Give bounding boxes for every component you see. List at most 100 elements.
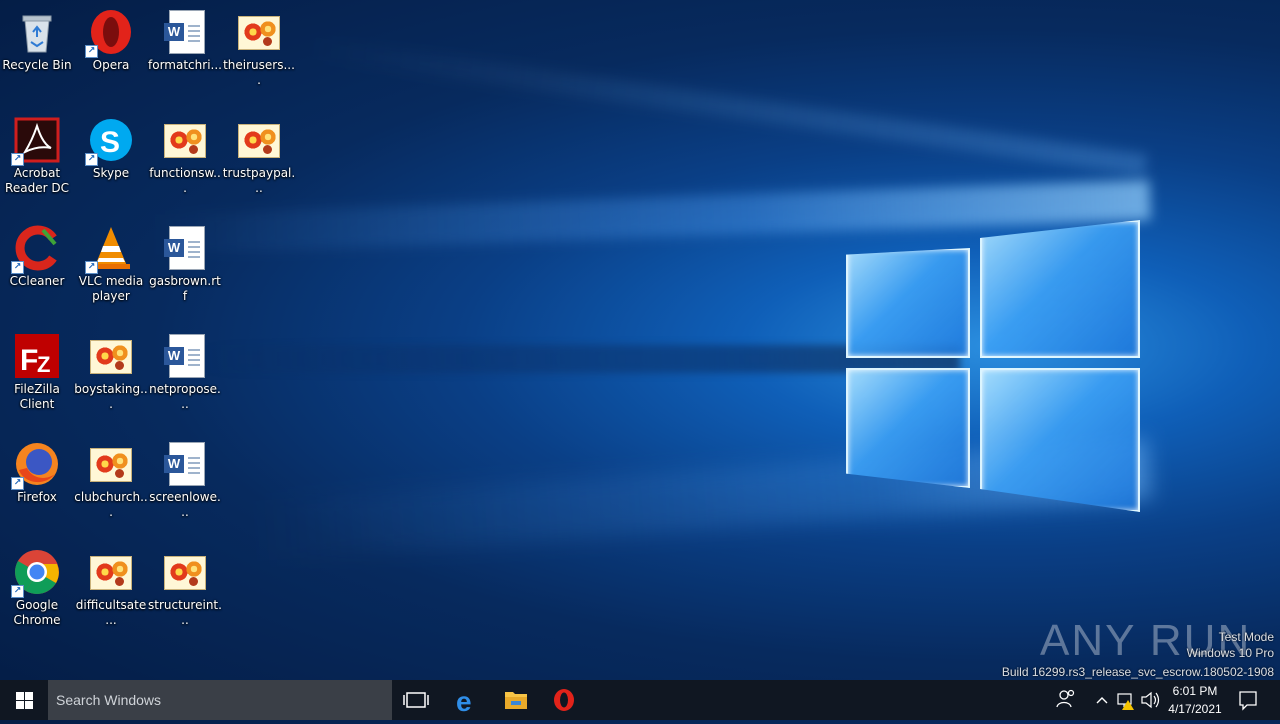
logo-pane-top-right: [980, 220, 1140, 358]
desktop-icon-label: Google Chrome: [13, 598, 61, 627]
shortcut-arrow-icon: ↗: [85, 153, 98, 166]
file-explorer-icon: [505, 692, 527, 709]
desktop-icon-image-file[interactable]: functionsw...: [148, 108, 222, 196]
desktop-icon-label: netpropose...: [149, 382, 221, 411]
network-tray-button[interactable]: [1114, 680, 1138, 720]
desktop-icon-label: CCleaner: [9, 274, 65, 288]
desktop-icon-acrobat[interactable]: ↗ Acrobat Reader DC: [0, 108, 74, 196]
desktop-icon-skype[interactable]: S ↗ Skype: [74, 108, 148, 181]
people-icon: [1056, 689, 1075, 708]
desktop-icon-label: Firefox: [17, 490, 57, 504]
desktop-icon-word-document[interactable]: W screenlowe...: [148, 432, 222, 520]
desktop-icon-label: FileZilla Client: [14, 382, 60, 411]
desktop-icon-word-document[interactable]: W netpropose...: [148, 324, 222, 412]
desktop-icon-ccleaner[interactable]: ↗ CCleaner: [0, 216, 74, 289]
watermark-build: Build 16299.rs3_release_svc_escrow.18050…: [1001, 665, 1274, 679]
action-center-button[interactable]: [1232, 680, 1280, 720]
desktop-icon-label: VLC media player: [78, 274, 144, 303]
desktop-icon-label: structureint...: [148, 598, 222, 627]
desktop-icon-chrome[interactable]: ↗ Google Chrome: [0, 540, 74, 628]
desktop-icon-image-file[interactable]: trustpaypal...: [222, 108, 296, 196]
acrobat-reader-icon: ↗: [11, 116, 61, 166]
recycle-bin-icon: [13, 8, 61, 56]
desktop-icon-label: functionsw...: [149, 166, 221, 195]
desktop-icon-image-file[interactable]: difficultsate...: [74, 540, 148, 628]
vlc-icon: ↗: [85, 224, 135, 274]
logo-pane-top-left: [846, 248, 970, 358]
desktop-icon-opera[interactable]: ↗ Opera: [74, 0, 148, 73]
image-file-icon: [161, 548, 209, 596]
desktop-icon-label: clubchurch...: [74, 490, 148, 519]
desktop-icon-label: formatchri...: [148, 58, 222, 72]
chrome-icon: ↗: [11, 548, 61, 598]
svg-text:Z: Z: [37, 352, 50, 377]
desktop-icon-label: difficultsate...: [75, 598, 147, 627]
watermark-test-mode: Test Mode: [1218, 630, 1274, 644]
desktop-icon-label: trustpaypal...: [222, 166, 296, 195]
shortcut-arrow-icon: ↗: [11, 585, 24, 598]
clock-date[interactable]: 4/17/2021: [1162, 702, 1228, 716]
opera-icon: [554, 689, 574, 711]
firefox-icon: ↗: [11, 440, 61, 490]
image-file-icon: [161, 116, 209, 164]
windows-start-icon: [16, 692, 24, 700]
skype-icon: S ↗: [85, 116, 135, 166]
desktop-icon-label: theirusers....: [223, 58, 295, 87]
shortcut-arrow-icon: ↗: [85, 45, 98, 58]
desktop-icon-label: gasbrown.rtf: [149, 274, 221, 303]
image-file-icon: [87, 548, 135, 596]
opera-taskbar-button[interactable]: [540, 680, 588, 720]
desktop-icon-image-file[interactable]: theirusers....: [222, 0, 296, 88]
desktop-icon-word-document[interactable]: W gasbrown.rtf: [148, 216, 222, 304]
watermark-edition: Windows 10 Pro: [1186, 646, 1274, 660]
filezilla-icon: F Z: [13, 332, 61, 380]
search-box[interactable]: Search Windows: [48, 680, 392, 720]
desktop-icon-word-document[interactable]: W formatchri...: [148, 0, 222, 73]
people-button[interactable]: [1046, 680, 1086, 720]
task-view-button[interactable]: [392, 680, 440, 720]
notification-icon: [1239, 691, 1257, 711]
windows-start-icon-part: [16, 701, 24, 709]
svg-text:F: F: [20, 344, 38, 377]
desktop-icon-label: Opera: [92, 58, 130, 72]
edge-taskbar-button[interactable]: e: [444, 680, 492, 720]
network-warning-icon: [1117, 693, 1134, 710]
image-file-icon: [87, 440, 135, 488]
start-button[interactable]: [0, 680, 48, 720]
desktop-icon-image-file[interactable]: structureint...: [148, 540, 222, 628]
svg-text:S: S: [100, 126, 120, 159]
desktop-icon-label: Skype: [92, 166, 130, 180]
logo-pane-bottom-right: [980, 368, 1140, 512]
word-document-icon: W: [161, 224, 209, 272]
word-document-icon: W: [161, 332, 209, 380]
shortcut-arrow-icon: ↗: [11, 153, 24, 166]
taskbar: Search Windows e 6:01 PM 4/17/2021: [0, 680, 1280, 720]
image-file-icon: [235, 8, 283, 56]
desktop-icon-label: screenlowe...: [149, 490, 221, 519]
desktop-icon-label: boystaking...: [74, 382, 148, 411]
desktop-icon-firefox[interactable]: ↗ Firefox: [0, 432, 74, 505]
desktop-icon-recycle-bin[interactable]: Recycle Bin: [0, 0, 74, 73]
desktop-icon-label: Recycle Bin: [2, 58, 72, 72]
wallpaper-light-beam: [302, 35, 1148, 177]
clock-time[interactable]: 6:01 PM: [1162, 684, 1228, 698]
volume-tray-button[interactable]: [1138, 680, 1162, 720]
desktop-icon-image-file[interactable]: boystaking...: [74, 324, 148, 412]
speaker-icon: [1141, 691, 1160, 709]
task-view-icon: [403, 692, 429, 708]
opera-icon: ↗: [85, 8, 135, 58]
windows-start-icon-part: [25, 701, 33, 709]
image-file-icon: [235, 116, 283, 164]
desktop-icon-image-file[interactable]: clubchurch...: [74, 432, 148, 520]
file-explorer-taskbar-button[interactable]: [492, 680, 540, 720]
show-hidden-icons-button[interactable]: [1090, 680, 1114, 720]
desktop-icon-vlc[interactable]: ↗ VLC media player: [74, 216, 148, 304]
shortcut-arrow-icon: ↗: [11, 477, 24, 490]
ccleaner-icon: ↗: [11, 224, 61, 274]
logo-pane-bottom-left: [846, 368, 970, 488]
desktop-icon-label: Acrobat Reader DC: [5, 166, 69, 195]
word-document-icon: W: [161, 8, 209, 56]
word-document-icon: W: [161, 440, 209, 488]
edge-icon: e: [456, 686, 472, 717]
desktop-icon-filezilla[interactable]: F Z FileZilla Client: [0, 324, 74, 412]
